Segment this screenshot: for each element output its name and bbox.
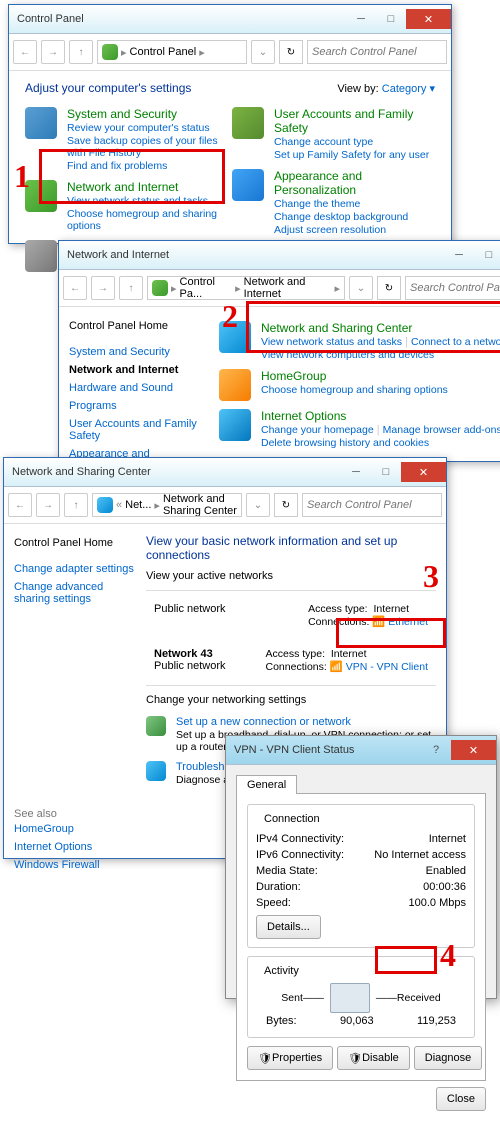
back-button[interactable]: ← xyxy=(13,40,37,64)
breadcrumb[interactable]: ▸Control Pa... ▸Network and Internet▸ xyxy=(147,276,345,300)
dialog-title: VPN - VPN Client Status xyxy=(234,744,354,756)
window-buttons: ─ □ ✕ xyxy=(346,9,451,29)
diagnose-button[interactable]: Diagnose xyxy=(414,1046,482,1070)
internet-icon xyxy=(219,409,251,441)
homegroup-icon xyxy=(219,369,251,401)
subheading-change: Change your networking settings xyxy=(146,694,436,706)
maximize-button[interactable]: □ xyxy=(376,9,406,29)
minimize-button[interactable]: ─ xyxy=(444,245,474,265)
properties-button[interactable]: 🛡 Properties xyxy=(247,1046,333,1070)
crumb-control-panel[interactable]: Control Panel xyxy=(130,46,197,58)
sidebar-home[interactable]: Control Panel Home xyxy=(69,317,209,335)
dropdown-button[interactable]: ⌄ xyxy=(246,493,270,517)
sidebar-home[interactable]: Control Panel Home xyxy=(14,534,134,552)
printer-icon xyxy=(25,240,57,272)
forward-button[interactable]: → xyxy=(41,40,65,64)
step-number-4: 4 xyxy=(440,937,456,974)
step-number-3: 3 xyxy=(423,558,439,595)
highlight-network-internet xyxy=(39,149,225,204)
close-button[interactable]: ✕ xyxy=(451,740,496,760)
forward-button[interactable]: → xyxy=(36,493,60,517)
cp-icon xyxy=(102,44,118,60)
up-button[interactable]: ↑ xyxy=(119,276,143,300)
sidebar-network[interactable]: Network and Internet xyxy=(69,361,209,379)
network-2: Network 43 Public network xyxy=(154,648,226,673)
vpn-status-dialog: VPN - VPN Client Status ?✕ General Conne… xyxy=(225,735,497,999)
shield-icon xyxy=(25,107,57,139)
dropdown-button[interactable]: ⌄ xyxy=(251,40,275,64)
page-heading: View your basic network information and … xyxy=(146,534,436,562)
sidebar: Control Panel Home Change adapter settin… xyxy=(4,524,144,884)
highlight-vpn-connection xyxy=(336,618,446,648)
breadcrumb[interactable]: «Net... ▸Network and Sharing Center xyxy=(92,493,242,517)
titlebar: Network and Internet ─□✕ xyxy=(59,241,500,270)
window-title: Network and Internet xyxy=(67,249,169,261)
window-title: Network and Sharing Center xyxy=(12,466,151,478)
network-1: Public network xyxy=(154,603,226,628)
sidebar-advanced[interactable]: Change advanced sharing settings xyxy=(14,578,134,608)
up-button[interactable]: ↑ xyxy=(64,493,88,517)
minimize-button[interactable]: ─ xyxy=(341,462,371,482)
page-heading: Adjust your computer's settings xyxy=(25,81,191,95)
item-homegroup[interactable]: HomeGroup Choose homegroup and sharing o… xyxy=(219,365,500,405)
disable-button[interactable]: 🛡 Disable xyxy=(337,1046,410,1070)
back-button[interactable]: ← xyxy=(63,276,87,300)
titlebar: Control Panel ─ □ ✕ xyxy=(9,5,451,34)
search-input[interactable] xyxy=(307,40,447,64)
sidebar-system[interactable]: System and Security xyxy=(69,343,209,361)
network-icon xyxy=(97,497,113,513)
step-number-2: 2 xyxy=(222,298,238,335)
control-panel-window: Control Panel ─ □ ✕ ← → ↑ ▸ Control Pane… xyxy=(8,4,452,244)
item-internet-options[interactable]: Internet Options Change your homepage | … xyxy=(219,405,500,453)
seealso-firewall[interactable]: Windows Firewall xyxy=(14,856,134,874)
sidebar-adapter[interactable]: Change adapter settings xyxy=(14,560,134,578)
users-icon xyxy=(232,107,264,139)
details-button[interactable]: Details... xyxy=(256,915,321,939)
vpn-icon: 📶 xyxy=(330,661,343,673)
cat-user-accounts[interactable]: User Accounts and Family Safety Change a… xyxy=(232,103,435,165)
viewby: View by: Category ▾ xyxy=(337,82,435,95)
breadcrumb[interactable]: ▸ Control Panel ▸ xyxy=(97,40,247,64)
subheading-active: View your active networks xyxy=(146,570,436,582)
search-input[interactable] xyxy=(302,493,442,517)
highlight-sharing-center xyxy=(246,301,500,353)
monitor-icon xyxy=(232,169,264,201)
step-number-1: 1 xyxy=(14,158,30,195)
close-button[interactable]: ✕ xyxy=(406,9,451,29)
tab-general[interactable]: General xyxy=(236,775,297,794)
maximize-button[interactable]: □ xyxy=(474,245,500,265)
seealso-homegroup[interactable]: HomeGroup xyxy=(14,820,134,838)
highlight-diagnose xyxy=(375,946,437,974)
vpn-link[interactable]: VPN - VPN Client xyxy=(346,661,428,673)
close-dialog-button[interactable]: Close xyxy=(436,1087,486,1111)
refresh-button[interactable]: ↻ xyxy=(377,276,401,300)
forward-button[interactable]: → xyxy=(91,276,115,300)
cat-appearance[interactable]: Appearance and Personalization Change th… xyxy=(232,165,435,240)
window-title: Control Panel xyxy=(17,13,84,25)
back-button[interactable]: ← xyxy=(8,493,32,517)
pc-icon xyxy=(330,983,370,1013)
help-button[interactable]: ? xyxy=(421,740,451,760)
maximize-button[interactable]: □ xyxy=(371,462,401,482)
minimize-button[interactable]: ─ xyxy=(346,9,376,29)
close-button[interactable]: ✕ xyxy=(401,462,446,482)
viewby-dropdown[interactable]: Category ▾ xyxy=(382,83,435,95)
dropdown-button[interactable]: ⌄ xyxy=(349,276,373,300)
setup-icon xyxy=(146,716,166,736)
refresh-button[interactable]: ↻ xyxy=(279,40,303,64)
sidebar-hardware[interactable]: Hardware and Sound xyxy=(69,379,209,397)
search-input[interactable] xyxy=(405,276,500,300)
cp-icon xyxy=(152,280,168,296)
up-button[interactable]: ↑ xyxy=(69,40,93,64)
sidebar-programs[interactable]: Programs xyxy=(69,397,209,415)
sidebar-accounts[interactable]: User Accounts and Family Safety xyxy=(69,415,209,445)
group-connection: Connection IPv4 Connectivity:Internet IP… xyxy=(247,804,475,948)
address-bar: ← → ↑ ▸ Control Panel ▸ ⌄ ↻ xyxy=(9,34,451,71)
seealso-internet[interactable]: Internet Options xyxy=(14,838,134,856)
troubleshoot-icon xyxy=(146,761,166,781)
seealso-label: See also xyxy=(14,808,134,820)
refresh-button[interactable]: ↻ xyxy=(274,493,298,517)
